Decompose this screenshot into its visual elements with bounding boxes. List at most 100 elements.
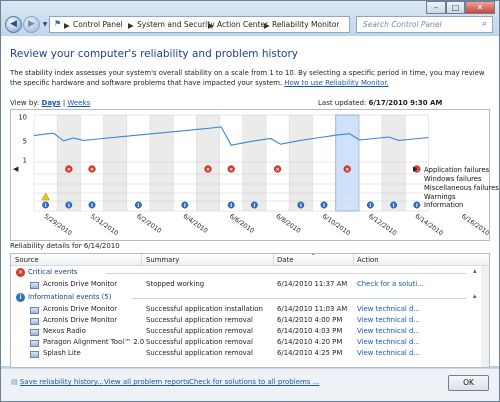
error-x-icon: × bbox=[275, 167, 279, 173]
error-x-icon: × bbox=[229, 167, 233, 173]
info-i-icon: i bbox=[300, 203, 302, 209]
vertical-scrollbar[interactable] bbox=[481, 266, 489, 367]
column-date[interactable]: Date bbox=[277, 256, 293, 264]
info-i-icon: i bbox=[91, 203, 93, 209]
critical-error-icon: ✕ bbox=[16, 268, 25, 277]
scroll-left-icon[interactable]: ◀ bbox=[13, 165, 18, 173]
warning-marker bbox=[41, 192, 51, 201]
view-technical-details-link[interactable]: View technical d... bbox=[357, 349, 420, 357]
view-technical-details-link[interactable]: View technical d... bbox=[357, 316, 420, 324]
y-tick-label: 5 bbox=[23, 137, 27, 145]
application-icon bbox=[30, 282, 39, 289]
chart-column-shade bbox=[289, 115, 313, 211]
x-tick-label: 6/10/2010 bbox=[321, 213, 351, 237]
view-technical-details-link[interactable]: View technical d... bbox=[357, 305, 420, 313]
column-source[interactable]: Source bbox=[15, 256, 39, 264]
table-row[interactable]: Splash Lite Successful application remov… bbox=[11, 348, 481, 359]
critical-events-group[interactable]: ✕ Critical events ▴ bbox=[11, 267, 481, 278]
last-updated: Last updated: 6/17/2010 9:30 AM bbox=[318, 99, 443, 107]
details-table: Source Summary Date ▴ Action ✕ Critical … bbox=[10, 253, 490, 368]
recent-pages-dropdown-icon[interactable]: ▼ bbox=[41, 20, 49, 30]
column-action[interactable]: Action bbox=[357, 256, 379, 264]
info-i-icon: i bbox=[138, 203, 140, 209]
chart-column-shade bbox=[382, 115, 406, 211]
check-all-solutions-link[interactable]: Check for solutions to all problems ... bbox=[189, 378, 319, 386]
info-icon: i bbox=[16, 293, 25, 302]
info-i-icon: i bbox=[230, 203, 232, 209]
error-x-icon: × bbox=[206, 167, 210, 173]
breadcrumb-system-and-security[interactable]: System and Security bbox=[137, 20, 215, 29]
view-by-weeks-link[interactable]: Weeks bbox=[67, 99, 90, 107]
view-all-reports-link[interactable]: View all problem reports bbox=[104, 378, 189, 386]
breadcrumb-action-center[interactable]: Action Center bbox=[217, 20, 268, 29]
breadcrumb-control-panel[interactable]: Control Panel bbox=[73, 20, 123, 29]
error-x-icon: × bbox=[345, 167, 349, 173]
search-icon[interactable]: ⌕ bbox=[482, 19, 487, 29]
column-summary[interactable]: Summary bbox=[146, 256, 179, 264]
table-row[interactable]: Acronis Drive Monitor Successful applica… bbox=[11, 304, 481, 315]
info-i-icon: i bbox=[416, 203, 418, 209]
application-icon bbox=[30, 307, 39, 314]
table-row[interactable]: Paragon Alignment Tool™ 2.0 Successful a… bbox=[11, 337, 481, 348]
y-tick-label: 1 bbox=[23, 157, 27, 165]
x-tick-label: 6/12/2010 bbox=[367, 213, 397, 237]
chevron-right-icon: ▶ bbox=[264, 21, 270, 30]
collapse-chevron-icon[interactable]: ▴ bbox=[473, 292, 477, 300]
scroll-right-icon[interactable]: ▶ bbox=[413, 165, 418, 173]
application-icon bbox=[30, 340, 39, 347]
chevron-right-icon: ▶ bbox=[208, 21, 214, 30]
info-i-icon: i bbox=[45, 203, 47, 209]
x-tick-label: 6/4/2010 bbox=[182, 213, 209, 235]
table-row[interactable]: Acronis Drive Monitor Stopped working 6/… bbox=[11, 279, 481, 290]
application-icon bbox=[30, 329, 39, 336]
search-placeholder: Search Control Panel bbox=[363, 20, 442, 29]
check-solution-link[interactable]: Check for a soluti... bbox=[357, 280, 424, 288]
save-icon: ▤ bbox=[11, 378, 18, 386]
save-history-link[interactable]: ▤ Save reliability history... bbox=[11, 378, 104, 386]
chart-column-shade bbox=[150, 115, 174, 211]
view-by-days-link[interactable]: Days bbox=[42, 99, 61, 107]
minimize-button[interactable]: – bbox=[426, 1, 446, 14]
info-i-icon: i bbox=[184, 203, 186, 209]
x-tick-label: 6/2/2010 bbox=[135, 213, 162, 235]
details-title: Reliability details for 6/14/2010 bbox=[10, 242, 120, 250]
critical-events-label: Critical events bbox=[28, 268, 78, 276]
address-bar[interactable]: ⚑ ▶ Control Panel ▶ System and Security … bbox=[49, 16, 395, 33]
x-tick-label: 6/6/2010 bbox=[228, 213, 255, 235]
table-row[interactable]: Acronis Drive Monitor Successful applica… bbox=[11, 315, 481, 326]
maximize-button[interactable]: □ bbox=[446, 1, 465, 14]
chevron-right-icon: ▶ bbox=[64, 21, 70, 30]
view-technical-details-link[interactable]: View technical d... bbox=[357, 338, 420, 346]
stability-chart[interactable]: 10 5 1 × × × × × × × i i i i i i i i i i i i 5/29/2010 5/31/201… bbox=[10, 109, 491, 241]
last-updated-value: 6/17/2010 9:30 AM bbox=[368, 99, 443, 107]
y-tick-label: 10 bbox=[18, 114, 27, 122]
how-to-use-link[interactable]: How to use Reliability Monitor. bbox=[284, 79, 388, 87]
chart-column-shade bbox=[242, 115, 266, 211]
info-i-icon: i bbox=[370, 203, 372, 209]
breadcrumb-reliability-monitor[interactable]: Reliability Monitor bbox=[272, 20, 340, 29]
legend-warnings: Warnings bbox=[424, 193, 456, 201]
info-i-icon: i bbox=[68, 203, 70, 209]
chevron-right-icon: ▶ bbox=[128, 21, 134, 30]
close-button[interactable]: ✕ bbox=[465, 1, 495, 14]
x-tick-label: 6/16/2010 bbox=[460, 213, 489, 237]
legend-windows-failures: Windows failures bbox=[424, 175, 482, 183]
selected-day-highlight bbox=[335, 114, 360, 212]
page-title: Review your computer's reliability and p… bbox=[10, 48, 298, 60]
stability-chart-svg[interactable]: 1051× × × × × × ×i i i i i i i i i i i i5/29/2010 5/31/201… bbox=[11, 110, 490, 240]
back-button[interactable]: ◀ bbox=[5, 16, 22, 33]
collapse-chevron-icon[interactable]: ▴ bbox=[473, 267, 477, 275]
search-field[interactable]: Search Control Panel ⌕ bbox=[356, 16, 493, 33]
page-description: The stability index assesses your system… bbox=[10, 69, 485, 87]
legend-information: Information bbox=[424, 201, 464, 209]
ok-button[interactable]: OK bbox=[448, 375, 489, 391]
legend-misc-failures: Miscellaneous failures bbox=[424, 184, 499, 192]
view-technical-details-link[interactable]: View technical d... bbox=[357, 327, 420, 335]
forward-button[interactable]: ▶ bbox=[23, 16, 40, 33]
info-i-icon: i bbox=[254, 203, 256, 209]
info-i-icon: i bbox=[323, 203, 325, 209]
legend-application-failures: Application failures bbox=[424, 166, 490, 174]
table-row[interactable]: Nexus Radio Successful application remov… bbox=[11, 326, 481, 337]
informational-events-group[interactable]: i Informational events (5) ▴ bbox=[11, 292, 481, 303]
x-tick-label: 6/8/2010 bbox=[274, 213, 301, 235]
